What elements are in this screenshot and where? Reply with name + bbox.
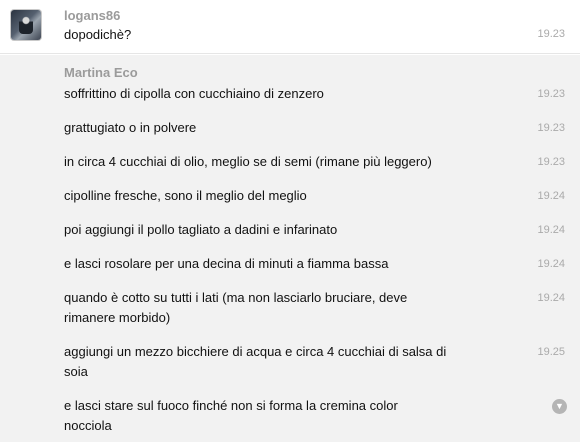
message-text: grattugiato o in polvere: [64, 120, 197, 135]
message-time: 19.23: [537, 28, 565, 40]
message-time: 19.24: [537, 292, 565, 304]
message-text: quando è cotto su tutti i lati (ma non l…: [64, 290, 408, 325]
avatar[interactable]: [11, 10, 41, 40]
message-text: dopodichè?: [64, 27, 132, 42]
message-time: 19.23: [537, 156, 565, 168]
message-text: soffrittino di cipolla con cucchiaino di…: [64, 86, 324, 101]
message-time: 19.24: [537, 258, 565, 270]
message-time: 19.24: [537, 224, 565, 236]
message-time: 19.23: [537, 88, 565, 100]
chevron-down-icon[interactable]: ▼: [552, 399, 567, 414]
message-text: e lasci stare sul fuoco finché non si fo…: [64, 398, 398, 433]
avatar-figure: [19, 16, 33, 34]
message-group-logans86: logans86 dopodichè? 19.23: [0, 0, 580, 54]
sender-name: Martina Eco: [64, 65, 138, 80]
message-text: cipolline fresche, sono il meglio del me…: [64, 188, 307, 203]
message-text: e lasci rosolare per una decina di minut…: [64, 256, 389, 271]
message-group-martina-eco: Martina Eco soffrittino di cipolla con c…: [0, 55, 580, 442]
message-text: in circa 4 cucchiai di olio, meglio se d…: [64, 154, 432, 169]
message-time: 19.24: [537, 190, 565, 202]
message-text: aggiungi un mezzo bicchiere di acqua e c…: [64, 344, 447, 379]
message-time: 19.23: [537, 122, 565, 134]
message-text: poi aggiungi il pollo tagliato a dadini …: [64, 222, 338, 237]
message-time: 19.25: [537, 346, 565, 358]
sender-name: logans86: [64, 8, 121, 23]
